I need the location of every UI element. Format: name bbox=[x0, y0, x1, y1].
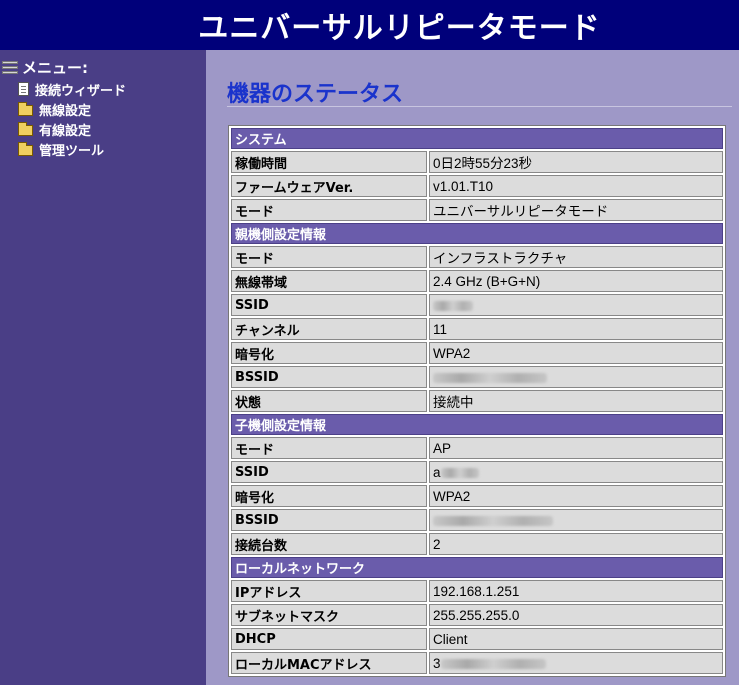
row-key: モード bbox=[231, 246, 427, 268]
row-value: WPA2 bbox=[429, 485, 723, 507]
section-child: 子機側設定情報 bbox=[231, 414, 723, 435]
row-value: 11 bbox=[429, 318, 723, 340]
menu-label: メニュー: bbox=[22, 58, 88, 77]
row-value: 2.4 GHz (B+G+N) bbox=[429, 270, 723, 292]
row-value: 接続中 bbox=[429, 390, 723, 412]
page-title: 機器のステータス bbox=[227, 82, 404, 107]
table-row: モード AP bbox=[231, 437, 723, 459]
row-key: 暗号化 bbox=[231, 342, 427, 364]
row-key: BSSID bbox=[231, 509, 427, 531]
table-row: ファームウェアVer. v1.01.T10 bbox=[231, 175, 723, 197]
row-value: ユニバーサルリピータモード bbox=[429, 199, 723, 221]
row-key: 暗号化 bbox=[231, 485, 427, 507]
sidebar: メニュー: 接続ウィザード 無線設定 有線設定 管理ツール bbox=[0, 50, 206, 685]
table-row: 稼働時間 0日2時55分23秒 bbox=[231, 151, 723, 173]
sidebar-item-wireless[interactable]: 無線設定 bbox=[18, 100, 91, 119]
sidebar-item-wizard[interactable]: 接続ウィザード bbox=[18, 80, 126, 99]
row-key: BSSID bbox=[231, 366, 427, 388]
redacted-value bbox=[440, 467, 479, 478]
section-row: ローカルネットワーク bbox=[231, 557, 723, 578]
row-value-redacted: a bbox=[429, 461, 723, 483]
row-value-redacted: 3 bbox=[429, 652, 723, 674]
sidebar-item-label[interactable]: 無線設定 bbox=[39, 100, 91, 119]
table-row: モード ユニバーサルリピータモード bbox=[231, 199, 723, 221]
row-key: 稼働時間 bbox=[231, 151, 427, 173]
row-key: 接続台数 bbox=[231, 533, 427, 555]
section-row: 子機側設定情報 bbox=[231, 414, 723, 435]
table-row: BSSID bbox=[231, 509, 723, 531]
sidebar-item-label[interactable]: 有線設定 bbox=[39, 120, 91, 139]
row-value: AP bbox=[429, 437, 723, 459]
table-row: DHCP Client bbox=[231, 628, 723, 650]
table-row: SSID bbox=[231, 294, 723, 316]
folder-icon bbox=[18, 121, 33, 136]
table-row: SSID a bbox=[231, 461, 723, 483]
row-value: 192.168.1.251 bbox=[429, 580, 723, 602]
menu-icon bbox=[2, 61, 18, 74]
table-row: IPアドレス 192.168.1.251 bbox=[231, 580, 723, 602]
row-value: 255.255.255.0 bbox=[429, 604, 723, 626]
row-value: インフラストラクチャ bbox=[429, 246, 723, 268]
row-value: WPA2 bbox=[429, 342, 723, 364]
redacted-value bbox=[433, 300, 473, 311]
section-parent: 親機側設定情報 bbox=[231, 223, 723, 244]
sidebar-item-label[interactable]: 管理ツール bbox=[39, 140, 104, 159]
sidebar-item-wired[interactable]: 有線設定 bbox=[18, 120, 91, 139]
status-table: システム 稼働時間 0日2時55分23秒 ファームウェアVer. v1.01.T10… bbox=[228, 125, 726, 677]
table-row: 状態 接続中 bbox=[231, 390, 723, 412]
row-value-redacted bbox=[429, 366, 723, 388]
table-row: ローカルMACアドレス 3 bbox=[231, 652, 723, 674]
row-value: Client bbox=[429, 628, 723, 650]
row-key: SSID bbox=[231, 461, 427, 483]
table-row: 暗号化 WPA2 bbox=[231, 342, 723, 364]
row-key: SSID bbox=[231, 294, 427, 316]
row-value: v1.01.T10 bbox=[429, 175, 723, 197]
redacted-value bbox=[440, 658, 546, 669]
row-key: IPアドレス bbox=[231, 580, 427, 602]
redacted-value bbox=[433, 515, 553, 526]
row-key: チャンネル bbox=[231, 318, 427, 340]
redacted-value bbox=[433, 372, 547, 383]
row-value-redacted bbox=[429, 294, 723, 316]
folder-icon bbox=[18, 141, 33, 156]
row-key: モード bbox=[231, 199, 427, 221]
title-divider bbox=[227, 106, 732, 107]
row-key: 無線帯域 bbox=[231, 270, 427, 292]
row-value-redacted bbox=[429, 509, 723, 531]
main-content: 機器のステータス システム 稼働時間 0日2時55分23秒 ファームウェアVer.… bbox=[206, 50, 739, 685]
row-key: ファームウェアVer. bbox=[231, 175, 427, 197]
header-bar: ユニバーサルリピータモード bbox=[0, 0, 739, 50]
row-value: 2 bbox=[429, 533, 723, 555]
row-key: 状態 bbox=[231, 390, 427, 412]
menu-heading: メニュー: bbox=[2, 57, 88, 77]
table-row: BSSID bbox=[231, 366, 723, 388]
header-title: ユニバーサルリピータモード bbox=[198, 11, 601, 46]
sidebar-item-admin[interactable]: 管理ツール bbox=[18, 140, 104, 159]
row-key: サブネットマスク bbox=[231, 604, 427, 626]
table-row: 無線帯域 2.4 GHz (B+G+N) bbox=[231, 270, 723, 292]
table-row: 暗号化 WPA2 bbox=[231, 485, 723, 507]
row-key: ローカルMACアドレス bbox=[231, 652, 427, 674]
table-row: サブネットマスク 255.255.255.0 bbox=[231, 604, 723, 626]
table-row: 接続台数 2 bbox=[231, 533, 723, 555]
document-icon bbox=[18, 82, 29, 96]
table-row: モード インフラストラクチャ bbox=[231, 246, 723, 268]
row-key: DHCP bbox=[231, 628, 427, 650]
section-row: 親機側設定情報 bbox=[231, 223, 723, 244]
sidebar-item-label[interactable]: 接続ウィザード bbox=[35, 80, 126, 99]
row-value: 0日2時55分23秒 bbox=[429, 151, 723, 173]
section-row: システム bbox=[231, 128, 723, 149]
row-key: モード bbox=[231, 437, 427, 459]
section-lan: ローカルネットワーク bbox=[231, 557, 723, 578]
folder-icon bbox=[18, 101, 33, 116]
table-row: チャンネル 11 bbox=[231, 318, 723, 340]
section-system: システム bbox=[231, 128, 723, 149]
